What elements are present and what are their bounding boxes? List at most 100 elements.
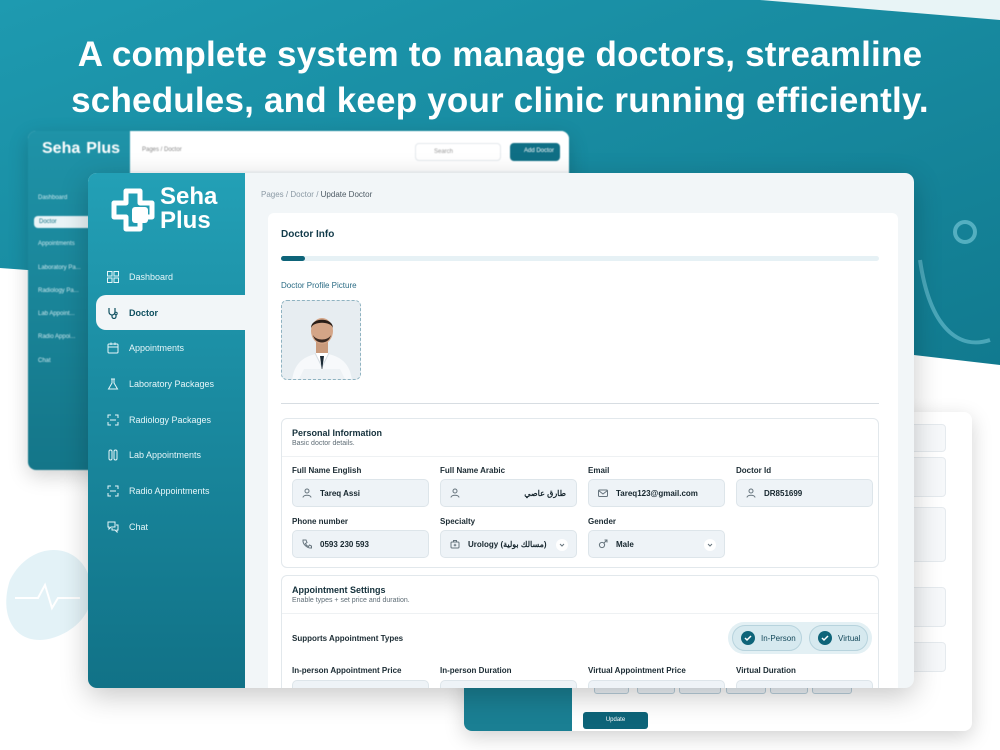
calendar-icon <box>107 342 119 354</box>
field-label: In-person Duration <box>440 666 512 675</box>
breadcrumb-current: Update Doctor <box>320 190 373 199</box>
field-value: طارق عاصي <box>524 488 566 498</box>
sidebar: Seha Plus Dashboard Doctor Appointments … <box>88 173 245 688</box>
sidebar-item-radiology-packages[interactable]: Radiology Packages <box>88 402 245 438</box>
chevron-down-icon <box>704 539 716 551</box>
doctor-profile-picture[interactable] <box>281 300 361 380</box>
field-value: Tareq123@gmail.com <box>616 488 698 498</box>
section-subtitle: Basic doctor details. <box>292 440 355 447</box>
scan-icon <box>107 485 119 497</box>
bg-breadcrumb: Pages / Doctor <box>142 147 182 153</box>
bg-logo: Seha Plus <box>42 140 120 157</box>
user-icon <box>450 488 460 498</box>
profile-picture-label: Doctor Profile Picture <box>281 281 357 290</box>
sidebar-item-label: Chat <box>129 521 149 532</box>
stethoscope-icon <box>108 307 118 319</box>
field-value: Urology (مسالك بولية) <box>468 539 547 549</box>
headline-line-2: schedules, and keep your clinic running … <box>71 81 929 120</box>
app-window: Seha Plus Dashboard Doctor Appointments … <box>88 173 914 688</box>
field-label: In-person Appointment Price <box>292 666 402 675</box>
doctor-photo <box>282 301 360 379</box>
sidebar-item-label: Radio Appointments <box>129 485 210 496</box>
personal-information-section: Personal Information Basic doctor detail… <box>281 418 879 568</box>
field-value: DR851699 <box>764 488 803 498</box>
breadcrumb-parent[interactable]: Doctor <box>290 190 314 199</box>
sidebar-item-label: Lab Appointments <box>129 450 202 461</box>
bg-nav-item: Radiology Pa... <box>38 288 79 294</box>
field-label: Virtual Appointment Price <box>588 666 686 675</box>
field-label: Specialty <box>440 517 476 526</box>
grid-icon <box>107 270 119 283</box>
field-value: Tareq Assi <box>320 488 361 498</box>
bg-nav-item: Radio Appoi... <box>38 334 76 340</box>
chevron-down-icon <box>556 539 568 551</box>
bg-nav-item: Laboratory Pa... <box>38 265 81 271</box>
sidebar-item-dashboard[interactable]: Dashboard <box>88 259 245 295</box>
phone-number-field[interactable]: 0593 230 593 <box>292 530 429 558</box>
headline-line-1: A complete system to manage doctors, str… <box>77 35 923 74</box>
bg-nav-item: Appointments <box>38 241 75 247</box>
field-label: Virtual Duration <box>736 666 796 675</box>
gender-select[interactable]: Male <box>588 530 725 558</box>
bg-right-sidebar <box>464 682 572 731</box>
logo-text: Seha Plus <box>160 185 217 233</box>
sidebar-item-radio-appointments[interactable]: Radio Appointments <box>88 473 245 509</box>
sidebar-item-chat[interactable]: Chat <box>88 509 245 545</box>
bg-logo-line1: Seha <box>42 140 81 157</box>
virtual-price-field[interactable] <box>588 680 725 688</box>
progress-bar <box>281 256 879 261</box>
sidebar-item-label: Dashboard <box>129 271 174 282</box>
logo-line2: Plus <box>160 207 211 234</box>
breadcrumb-separator: / <box>285 190 289 199</box>
medical-bag-icon <box>450 540 460 549</box>
sidebar-item-appointments[interactable]: Appointments <box>88 330 245 366</box>
doctor-id-field[interactable]: DR851699 <box>736 479 873 507</box>
field-label: Full Name English <box>292 466 362 475</box>
virtual-duration-field[interactable] <box>736 680 873 688</box>
mail-icon <box>598 489 608 497</box>
sidebar-item-lab-appointments[interactable]: Lab Appointments <box>88 437 245 473</box>
in-person-price-field[interactable] <box>292 680 429 688</box>
divider <box>281 403 879 404</box>
appointment-settings-section: Appointment Settings Enable types + set … <box>281 575 879 688</box>
phone-icon <box>302 539 312 549</box>
headline: A complete system to manage doctors, str… <box>0 32 1000 124</box>
section-title: Personal Information <box>292 428 383 438</box>
toggle-label: Virtual <box>838 633 861 643</box>
bg-nav-item: Dashboard <box>38 195 68 201</box>
field-value: Male <box>616 539 634 549</box>
bg-topbar <box>130 131 569 171</box>
logo: Seha Plus <box>110 185 217 233</box>
sidebar-item-label: Radiology Packages <box>129 414 212 425</box>
doctor-info-title: Doctor Info <box>281 229 335 240</box>
check-icon <box>741 631 755 645</box>
bg-search-input: Search <box>415 143 501 161</box>
section-subtitle: Enable types + set price and duration. <box>292 597 410 604</box>
virtual-toggle[interactable]: Virtual <box>809 625 868 651</box>
sidebar-item-label: Laboratory Packages <box>129 378 215 389</box>
field-value: 0593 230 593 <box>320 539 369 549</box>
logo-line1: Seha <box>160 183 218 210</box>
sidebar-item-label: Doctor <box>129 307 158 318</box>
field-label: Doctor Id <box>736 466 772 475</box>
in-person-duration-field[interactable] <box>440 680 577 688</box>
full-name-english-field[interactable]: Tareq Assi <box>292 479 429 507</box>
gender-icon <box>598 539 608 549</box>
specialty-select[interactable]: Urology (مسالك بولية) <box>440 530 577 558</box>
bg-add-doctor-button: Add Doctor <box>510 143 560 161</box>
sidebar-item-laboratory-packages[interactable]: Laboratory Packages <box>88 366 245 402</box>
check-icon <box>818 631 832 645</box>
section-title: Appointment Settings <box>292 585 386 595</box>
breadcrumb-root[interactable]: Pages <box>261 190 284 199</box>
sidebar-item-label: Appointments <box>129 343 185 354</box>
section-divider <box>282 456 878 457</box>
full-name-arabic-field[interactable]: طارق عاصي <box>440 479 577 507</box>
email-field[interactable]: Tareq123@gmail.com <box>588 479 725 507</box>
in-person-toggle[interactable]: In-Person <box>732 625 802 651</box>
flask-icon <box>107 378 119 390</box>
field-label: Phone number <box>292 517 349 526</box>
update-button[interactable]: Update <box>583 712 648 729</box>
user-icon <box>302 488 312 498</box>
sidebar-item-doctor[interactable]: Doctor <box>96 294 245 331</box>
sidebar-nav: Dashboard Doctor Appointments Laboratory… <box>88 259 245 545</box>
